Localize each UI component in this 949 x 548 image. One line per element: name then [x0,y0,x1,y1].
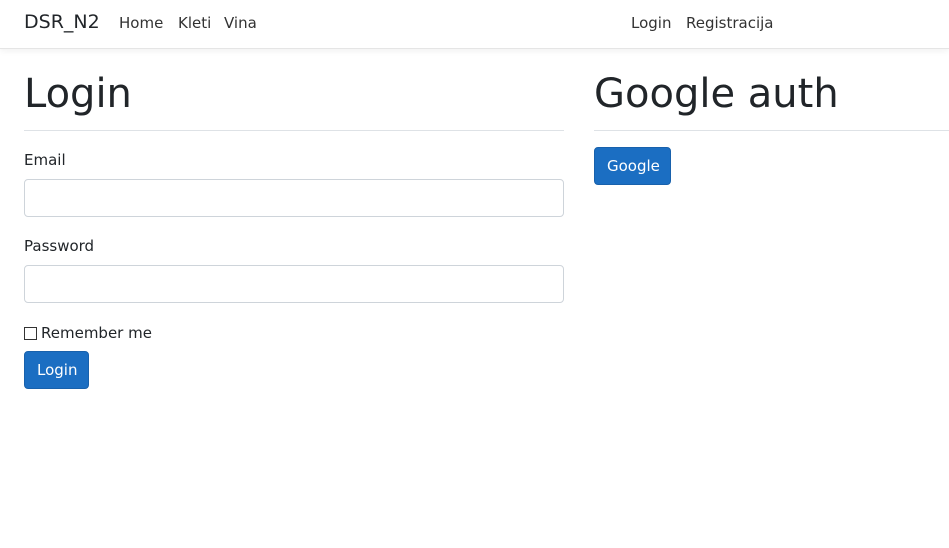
nav-home-link[interactable]: Home [119,14,163,32]
google-login-button[interactable]: Google [594,147,671,185]
remember-me-row: Remember me [24,323,152,343]
nav-registracija-link[interactable]: Registracija [686,14,774,32]
login-divider [24,130,564,131]
google-auth-heading: Google auth [594,71,839,117]
remember-me-checkbox[interactable] [24,326,37,340]
nav-vina-link[interactable]: Vina [224,14,257,32]
top-navbar: DSR_N2 Home Kleti Vina Login Registracij… [0,0,949,49]
nav-kleti-link[interactable]: Kleti [178,14,211,32]
google-auth-divider [594,130,949,131]
brand-link[interactable]: DSR_N2 [24,11,100,33]
remember-me-label[interactable]: Remember me [41,324,152,342]
login-submit-button[interactable]: Login [24,351,89,389]
password-label: Password [24,237,95,255]
email-label: Email [24,151,66,169]
password-input[interactable] [24,265,564,303]
login-heading: Login [24,71,132,117]
nav-login-link[interactable]: Login [631,14,671,32]
email-input[interactable] [24,179,564,217]
